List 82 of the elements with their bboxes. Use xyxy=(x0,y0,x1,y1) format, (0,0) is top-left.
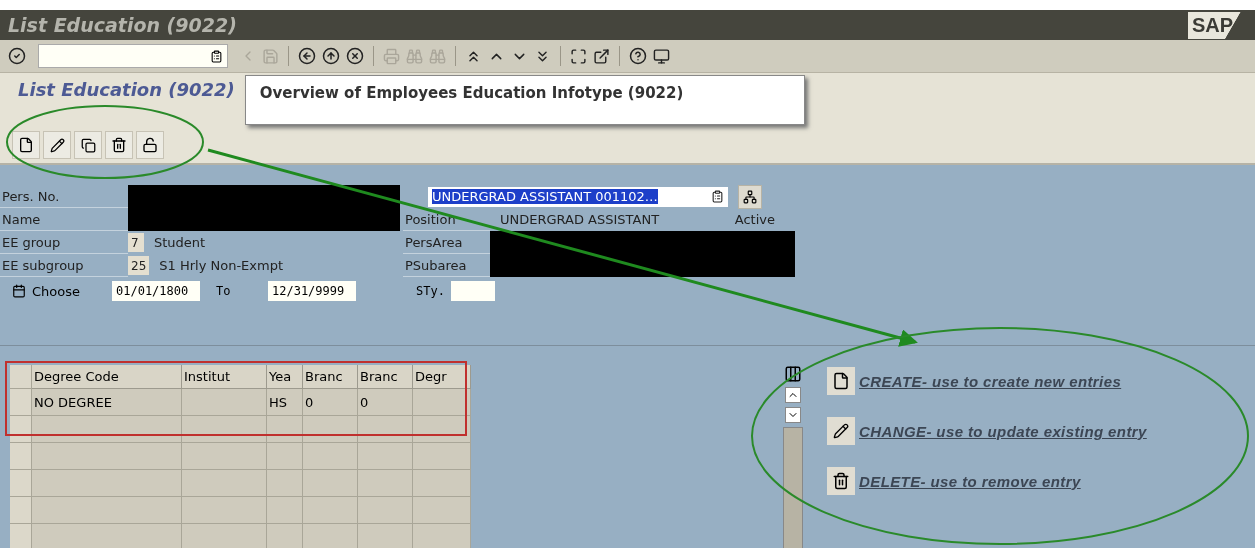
shortcut-icon[interactable] xyxy=(593,47,610,65)
trash-icon xyxy=(832,472,850,490)
empty-cell xyxy=(413,389,471,416)
empty-cell xyxy=(303,443,358,470)
code-value: 7 xyxy=(128,233,144,252)
page-icon xyxy=(832,372,850,390)
cancel-icon[interactable] xyxy=(346,47,364,65)
column-settings-icon[interactable] xyxy=(784,365,802,383)
empty-cell xyxy=(413,497,471,524)
pencil-icon xyxy=(49,137,65,153)
copy-button[interactable] xyxy=(74,131,102,159)
empty-cell xyxy=(303,470,358,497)
field-label: Position xyxy=(403,208,490,231)
network-icon xyxy=(743,189,757,204)
empty-cell xyxy=(413,470,471,497)
status-text: Active xyxy=(734,212,775,227)
empty-cell xyxy=(267,470,303,497)
exit-icon[interactable] xyxy=(322,47,340,65)
open-lock-icon xyxy=(142,137,158,153)
field-value: UNDERGRAD ASSISTANT 001102… xyxy=(432,189,658,204)
create-button[interactable] xyxy=(12,131,40,159)
command-field[interactable] xyxy=(38,44,228,68)
empty-cell xyxy=(267,416,303,443)
field-label: PSubarea xyxy=(403,254,490,277)
row-selector[interactable] xyxy=(10,416,32,443)
pencil-icon xyxy=(833,423,849,439)
column-header[interactable]: Institut xyxy=(182,365,267,389)
check-icon[interactable] xyxy=(8,47,26,65)
field-value: UNDERGRAD ASSISTANT xyxy=(500,212,660,227)
new-window-icon[interactable] xyxy=(570,47,587,65)
assignment-field[interactable]: UNDERGRAD ASSISTANT 001102… xyxy=(428,186,728,207)
callout-box: Overview of Employees Education Infotype (9022) xyxy=(244,75,805,125)
monitor-icon[interactable] xyxy=(653,47,670,65)
list-icon[interactable] xyxy=(711,190,724,203)
date-field[interactable]: 01/01/1800 xyxy=(112,281,200,301)
field-label: Name xyxy=(0,208,128,231)
page-icon xyxy=(18,137,34,153)
date-field[interactable]: 12/31/9999 xyxy=(268,281,356,301)
list-icon[interactable] xyxy=(210,49,223,63)
field-label: STy. xyxy=(415,284,445,298)
table-cell: NO DEGREE xyxy=(32,389,182,416)
empty-cell xyxy=(413,443,471,470)
empty-cell xyxy=(267,443,303,470)
empty-cell xyxy=(413,416,471,443)
trash-icon xyxy=(111,137,127,153)
empty-cell xyxy=(358,470,413,497)
code-value: 25 xyxy=(128,256,150,275)
help-icon[interactable] xyxy=(629,47,647,65)
legend-link[interactable]: CREATE- use to create new entries xyxy=(859,372,1122,390)
org-structure-button[interactable] xyxy=(738,184,762,209)
scrollbar-track[interactable] xyxy=(783,427,803,548)
empty-cell xyxy=(303,497,358,524)
legend-link[interactable]: CHANGE- use to update existing entry xyxy=(859,422,1147,440)
copy-icon xyxy=(80,137,96,153)
delete-button[interactable] xyxy=(105,131,133,159)
column-header[interactable]: Degr xyxy=(413,365,471,389)
back-icon[interactable] xyxy=(298,47,316,65)
legend-link[interactable]: DELETE- use to remove entry xyxy=(859,472,1081,490)
table-cell: HS xyxy=(267,389,303,416)
table-cell: 0 xyxy=(303,389,358,416)
column-header[interactable]: Branc xyxy=(358,365,413,389)
screen-title: List Education (9022) xyxy=(18,79,235,100)
field-value: Student xyxy=(154,235,206,250)
empty-cell xyxy=(358,416,413,443)
empty-cell xyxy=(303,416,358,443)
scroll-up-button[interactable] xyxy=(785,387,801,403)
field-value: S1 Hrly Non-Exmpt xyxy=(159,258,284,273)
column-header[interactable]: Yea xyxy=(267,365,303,389)
input-field[interactable] xyxy=(450,281,495,301)
calendar-icon[interactable] xyxy=(12,284,26,298)
empty-cell xyxy=(358,497,413,524)
table-cell: 0 xyxy=(358,389,413,416)
lock-button[interactable] xyxy=(136,131,164,159)
column-header[interactable]: Degree Code xyxy=(32,365,182,389)
field-label: To xyxy=(215,284,232,298)
field-label: Choose xyxy=(32,283,81,299)
change-button[interactable] xyxy=(43,131,71,159)
column-header[interactable]: Branc xyxy=(303,365,358,389)
empty-cell xyxy=(358,443,413,470)
window-title: List Education (9022) xyxy=(8,14,237,36)
scroll-down-button[interactable] xyxy=(785,407,801,423)
empty-cell xyxy=(267,497,303,524)
